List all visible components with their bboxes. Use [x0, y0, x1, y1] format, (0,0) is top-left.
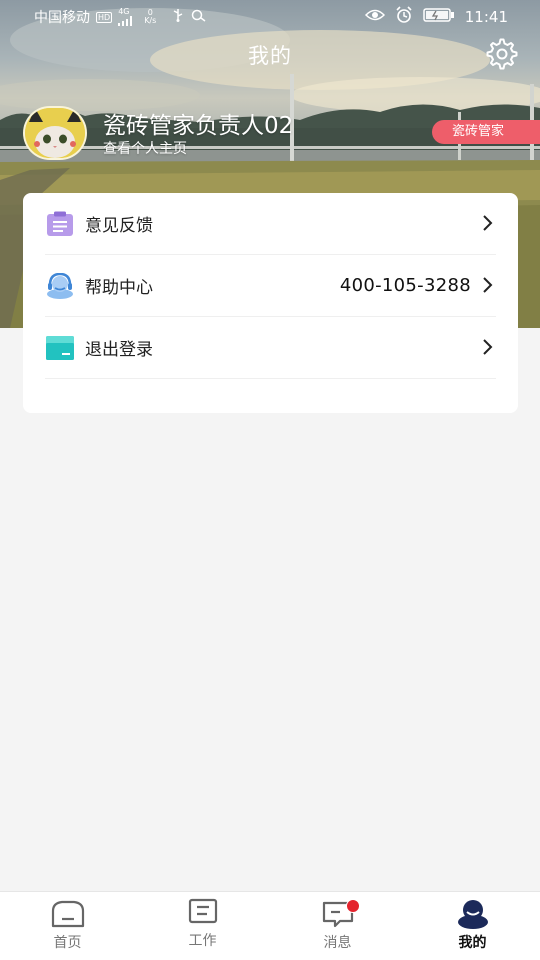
settings-button[interactable]	[484, 36, 520, 72]
tab-messages[interactable]: 消息	[270, 892, 405, 960]
clipboard-icon	[45, 209, 75, 239]
chevron-right-icon	[483, 339, 493, 355]
menu-item-label: 意见反馈	[85, 216, 153, 236]
usb-icon	[172, 8, 184, 26]
view-profile-link[interactable]: 查看个人主页	[103, 138, 187, 158]
tab-label: 首页	[53, 935, 82, 951]
menu-item-feedback[interactable]: 意见反馈	[45, 193, 496, 255]
user-name: 瓷砖管家负责人02	[103, 113, 294, 139]
tab-home[interactable]: 首页	[0, 892, 135, 960]
status-bar: 中国移动 HD 4G 0 K/s 11:41	[0, 0, 540, 32]
home-icon	[51, 900, 84, 928]
chevron-right-icon	[483, 215, 493, 231]
tab-label: 消息	[323, 935, 352, 951]
signal-icon: 4G	[118, 8, 134, 26]
role-badge: 瓷砖管家	[432, 120, 540, 144]
net-speed: 0 K/s	[144, 9, 156, 25]
menu-item-logout[interactable]: 退出登录	[45, 317, 496, 379]
logout-box-icon	[45, 333, 75, 363]
battery-icon	[423, 7, 455, 27]
tab-label: 工作	[188, 933, 217, 949]
menu-item-label: 帮助中心	[85, 278, 153, 298]
cat-avatar-image	[25, 108, 85, 158]
help-phone-number[interactable]: 400-105-3288	[340, 275, 471, 296]
net-speed-unit: K/s	[144, 16, 157, 25]
tab-work[interactable]: 工作	[135, 892, 270, 960]
network-type-label: 4G	[118, 7, 130, 16]
page-title: 我的	[248, 44, 292, 68]
avatar[interactable]	[23, 106, 87, 160]
clock: 11:41	[464, 8, 508, 26]
work-icon	[188, 898, 217, 924]
bottom-tab-bar: 首页 工作 消息 我的	[0, 891, 540, 960]
chevron-right-icon	[483, 277, 493, 293]
alarm-icon	[395, 6, 413, 28]
gear-icon	[486, 38, 518, 70]
eye-icon	[364, 8, 385, 26]
menu-item-help-center[interactable]: 帮助中心 400-105-3288	[45, 255, 496, 317]
tab-profile[interactable]: 我的	[405, 892, 540, 960]
hd-badge: HD	[96, 11, 113, 23]
menu-item-label: 退出登录	[85, 340, 153, 360]
search-status-icon	[190, 8, 208, 26]
carrier-label: 中国移动	[34, 10, 90, 26]
tab-label: 我的	[458, 935, 487, 951]
menu-card: 意见反馈 帮助中心 400-105-3288 退出登录	[23, 193, 518, 413]
profile-icon	[457, 900, 488, 929]
customer-service-icon	[45, 271, 75, 301]
notification-dot	[346, 899, 360, 913]
